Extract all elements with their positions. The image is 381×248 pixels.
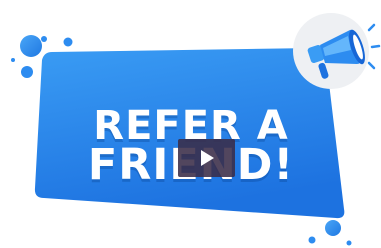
play-button-label: Play — [178, 139, 179, 140]
dot-bottom-right-small — [308, 236, 316, 244]
refer-a-friend-banner: REFER A FRIEND! Play — [0, 0, 381, 248]
dot-medium-left — [21, 66, 33, 78]
dot-bottom-right-tiny — [346, 240, 352, 246]
dot-large-top-left — [20, 35, 42, 57]
video-play-button[interactable]: Play — [178, 139, 235, 177]
dot-small-top — [41, 36, 47, 42]
play-icon — [201, 150, 214, 166]
dot-medium-top — [63, 37, 73, 47]
dot-tiny-left — [11, 58, 15, 62]
megaphone-badge — [293, 13, 381, 89]
dot-bottom-right-large — [325, 220, 341, 236]
